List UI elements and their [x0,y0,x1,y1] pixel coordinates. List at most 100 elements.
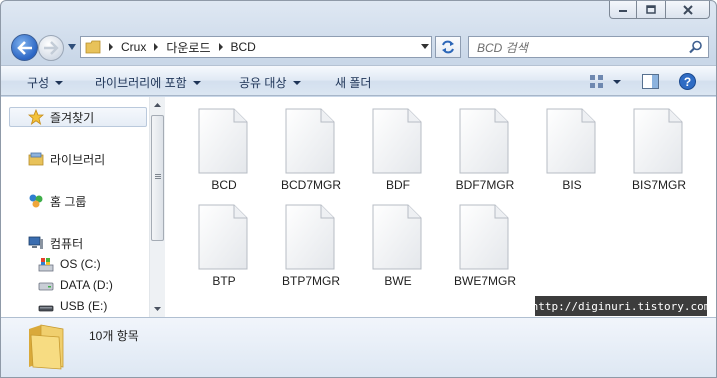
file-icon [198,204,248,270]
preview-pane-icon[interactable] [642,74,659,89]
search-box[interactable]: BCD 검색 [468,36,709,58]
arrow-left-icon [16,40,32,55]
view-options-chevron-down-icon[interactable] [613,80,621,84]
share-with-label: 공유 대상 [239,76,287,90]
file-icon [459,204,509,270]
file-list: BCD BCD7MGR BDF BDF7MGR BIS BIS7MGR BTP BTP7MGR… [166,97,716,317]
change-view-icon[interactable] [589,74,605,90]
computer-icon [28,236,43,249]
nav-item-drive-e[interactable]: USB (E:) [1,296,149,316]
breadcrumb-downloads[interactable]: 다운로드 [166,39,210,56]
share-with-menu[interactable]: 공유 대상 [239,74,301,91]
breadcrumb-separator-icon[interactable] [154,43,159,51]
nav-item-label: 컴퓨터 [50,236,84,251]
refresh-button[interactable] [435,36,461,58]
chevron-down-icon [55,80,64,85]
caption-buttons [609,1,710,19]
star-icon [28,109,44,125]
nav-scrollbar[interactable] [149,97,165,317]
forward-button[interactable] [38,35,64,61]
file-item[interactable]: BIS [514,97,604,192]
new-folder-button[interactable]: 새 폴더 [335,74,371,91]
include-in-library-label: 라이브러리에 포함 [95,76,187,90]
close-button[interactable] [665,1,710,19]
file-icon [198,108,248,174]
file-name: BIS7MGR [631,178,686,192]
file-name: BWE7MGR [453,274,516,288]
usb-drive-icon [38,305,54,312]
chevron-down-icon [292,80,301,85]
nav-item-favorites[interactable]: 즐겨찾기 [9,107,147,127]
address-dropdown-icon[interactable] [421,44,429,49]
address-bar[interactable]: Crux 다운로드 BCD [80,36,432,58]
chevron-down-icon [154,307,161,311]
item-count: 10개 항목 [89,329,139,343]
breadcrumb-crux[interactable]: Crux [121,40,146,54]
nav-item-libraries[interactable]: 라이브러리 [1,149,149,169]
breadcrumb-separator-icon[interactable] [218,43,223,51]
file-item[interactable]: BCD7MGR [253,97,343,192]
file-icon [372,108,422,174]
breadcrumb-bcd[interactable]: BCD [231,40,256,54]
svg-text:?: ? [684,75,691,89]
nav-item-homegroup[interactable]: 홈 그룹 [1,191,149,211]
file-icon [633,108,683,174]
file-item[interactable]: BCD [166,97,256,192]
file-item[interactable]: BTP7MGR [253,193,343,288]
file-icon [285,204,335,270]
command-bar: 구성 라이브러리에 포함 공유 대상 새 폴더 ? [1,65,716,96]
file-item[interactable]: BIS7MGR [601,97,691,192]
refresh-icon [442,40,454,54]
folder-icon [85,40,101,54]
windows-drive-icon [38,258,54,272]
nav-item-drive-d[interactable]: DATA (D:) [1,275,149,295]
arrow-right-icon [44,41,59,55]
back-button[interactable] [11,34,38,61]
nav-item-label: DATA (D:) [60,278,113,292]
folder-icon [29,324,64,370]
content-area: 즐겨찾기 라이브러리 홈 그룹 컴퓨터 OS (C:) DATA (D:) US… [1,97,716,317]
nav-item-label: OS (C:) [60,257,101,271]
nav-item-drive-c[interactable]: OS (C:) [1,254,149,274]
nav-item-label: 즐겨찾기 [50,110,95,125]
maximize-button[interactable] [637,1,665,19]
organize-label: 구성 [27,76,50,90]
file-icon [285,108,335,174]
file-item[interactable]: BTP [166,193,256,288]
chevron-up-icon [154,103,161,107]
scroll-down-button[interactable] [150,301,165,317]
file-icon [372,204,422,270]
scroll-up-button[interactable] [150,97,165,113]
chevron-down-icon [192,80,201,85]
search-input[interactable]: BCD 검색 [477,39,689,56]
navigation-pane: 즐겨찾기 라이브러리 홈 그룹 컴퓨터 OS (C:) DATA (D:) US… [1,97,165,317]
minimize-icon [619,9,627,12]
nav-item-label: 라이브러리 [50,152,106,167]
include-in-library-menu[interactable]: 라이브러리에 포함 [95,74,201,91]
file-item[interactable]: BDF [340,97,430,192]
library-icon [28,152,44,166]
maximize-icon [646,4,656,14]
nav-item-computer[interactable]: 컴퓨터 [1,233,149,253]
search-icon[interactable] [689,40,703,54]
file-item[interactable]: BWE7MGR [427,193,517,288]
new-folder-label: 새 폴더 [335,76,372,90]
breadcrumb-separator-icon [109,43,113,51]
scroll-thumb[interactable] [151,115,164,241]
close-icon [682,4,693,15]
details-pane: 10개 항목 [1,317,716,377]
homegroup-icon [29,194,43,208]
file-icon [459,108,509,174]
hard-drive-icon [38,282,54,291]
help-icon[interactable]: ? [679,73,696,90]
nav-item-label: USB (E:) [60,299,108,313]
nav-item-label: 홈 그룹 [50,194,87,209]
explorer-window: Crux 다운로드 BCD BCD 검색 구성 라이브러리에 포함 공유 대상 … [0,0,717,378]
file-item[interactable]: BDF7MGR [427,97,517,192]
watermark: http://diginuri.tistory.com [532,296,710,316]
file-item[interactable]: BWE [340,193,430,288]
recent-pages-chevron-down-icon[interactable] [67,43,77,51]
organize-menu[interactable]: 구성 [27,74,64,91]
file-icon [546,108,596,174]
minimize-button[interactable] [609,1,637,19]
